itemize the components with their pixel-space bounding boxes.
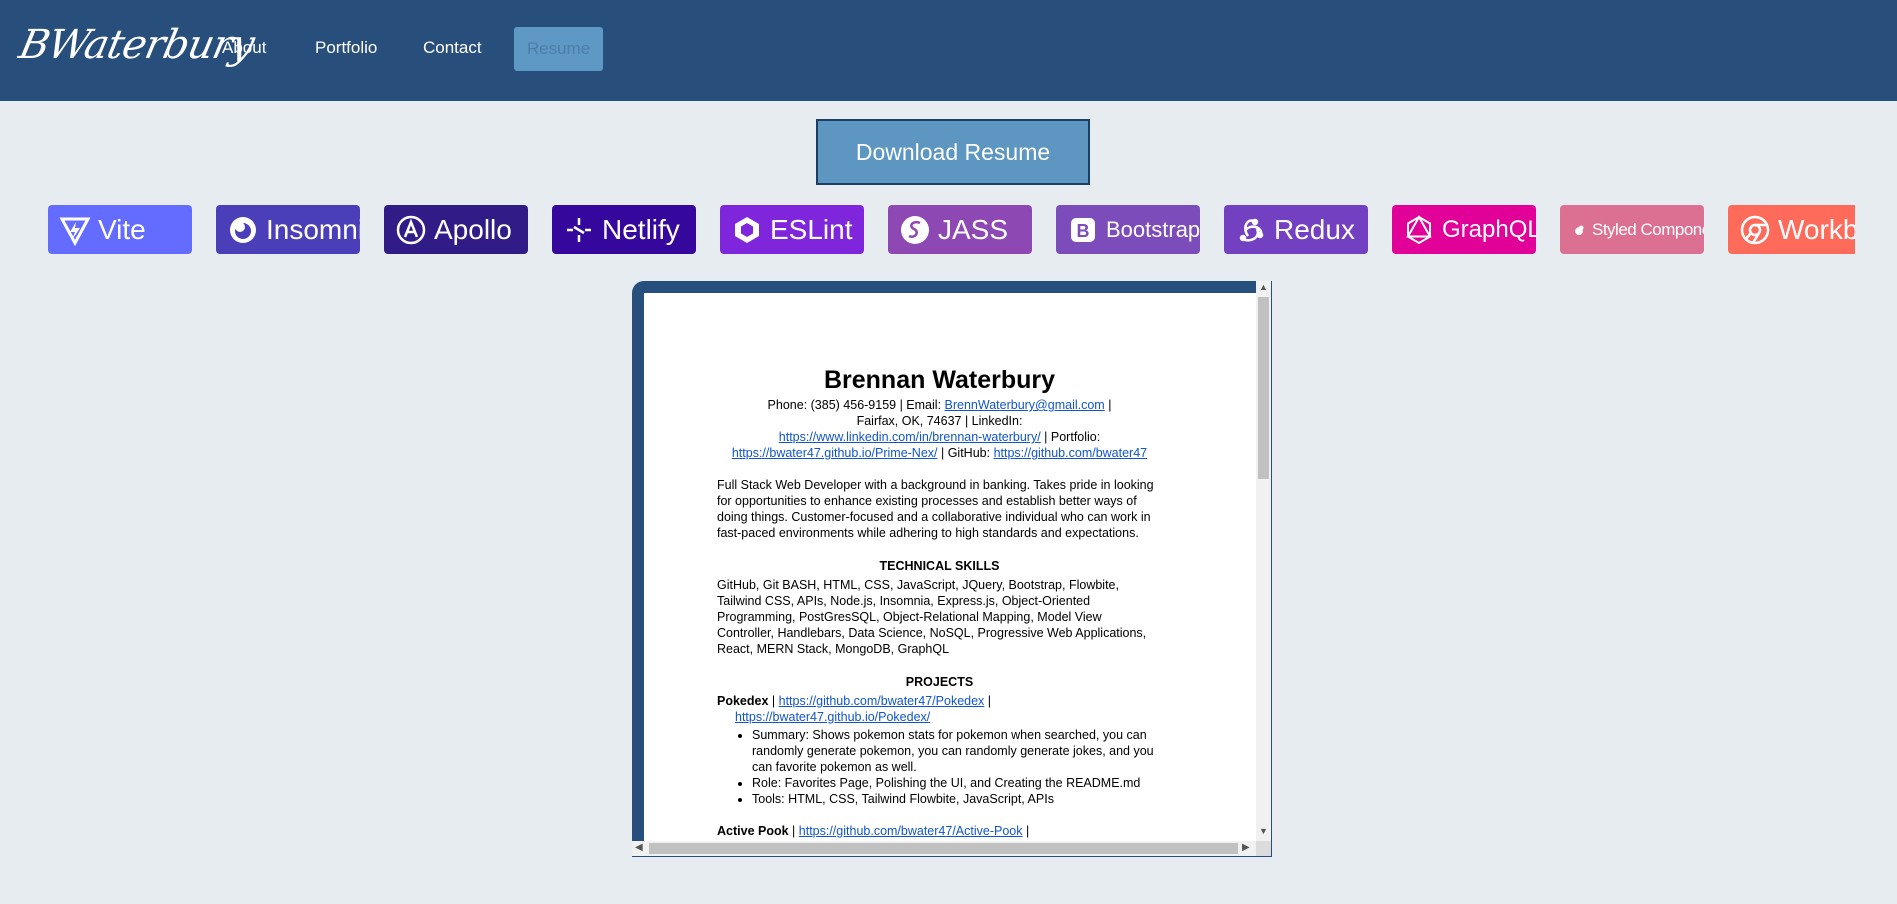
scroll-left-icon[interactable]: ◀ bbox=[635, 842, 643, 853]
badge-graphql: GraphQL bbox=[1392, 205, 1536, 254]
bootstrap-icon: B bbox=[1066, 213, 1100, 247]
download-resume-button[interactable]: Download Resume bbox=[816, 119, 1090, 185]
resume-document[interactable]: Brennan Waterbury Phone: (385) 456-9159 … bbox=[644, 293, 1256, 841]
vertical-scrollbar[interactable]: ▲ ▼ bbox=[1256, 281, 1271, 841]
badge-styled-components: Styled Components bbox=[1560, 205, 1704, 254]
badge-label: Workbox bbox=[1778, 213, 1855, 245]
badge-bootstrap: B Bootstrap bbox=[1056, 205, 1200, 254]
badge-netlify: Netlify bbox=[552, 205, 696, 254]
badge-jass: JASS bbox=[888, 205, 1032, 254]
badge-label: GraphQL bbox=[1442, 215, 1536, 243]
projects-heading: PROJECTS bbox=[905, 675, 974, 689]
linkedin-link[interactable]: https://www.linkedin.com/in/brennan-wate… bbox=[779, 430, 1041, 444]
tech-badges-row: Vite Insomnia Apollo Netlify ESLint JASS… bbox=[48, 205, 1855, 254]
netlify-icon bbox=[562, 213, 596, 247]
eslint-icon bbox=[730, 213, 764, 247]
badge-label: Apollo bbox=[434, 213, 512, 245]
redux-icon bbox=[1234, 213, 1268, 247]
badge-redux: Redux bbox=[1224, 205, 1368, 254]
jass-icon bbox=[898, 213, 932, 247]
badge-label: Styled Components bbox=[1592, 219, 1704, 239]
badge-label: Insomnia bbox=[266, 213, 360, 245]
contact-info: Phone: (385) 456-9159 | Email: BrennWate… bbox=[731, 398, 1148, 460]
horizontal-scrollbar[interactable]: ◀ ▶ bbox=[632, 841, 1256, 856]
nav-resume-active[interactable]: Resume bbox=[514, 27, 603, 71]
resume-name: Brennan Waterbury bbox=[823, 366, 1056, 394]
pokedex-site-link[interactable]: https://bwater47.github.io/Pokedex/ bbox=[735, 710, 930, 724]
project-pokedex: Pokedex | https://github.com/bwater47/Po… bbox=[717, 694, 992, 708]
insomnia-icon bbox=[226, 213, 260, 247]
pokedex-bullets: Summary: Shows pokemon stats for pokemon… bbox=[717, 727, 1162, 807]
skills-heading: TECHNICAL SKILLS bbox=[879, 559, 1000, 573]
apollo-icon bbox=[394, 213, 428, 247]
pokedex-repo-link[interactable]: https://github.com/bwater47/Pokedex bbox=[779, 694, 985, 708]
badge-apollo: Apollo bbox=[384, 205, 528, 254]
nav-portfolio[interactable]: Portfolio bbox=[315, 38, 377, 58]
badge-label: JASS bbox=[938, 213, 1009, 245]
list-item: Tools: HTML, CSS, Tailwind Flowbite, Jav… bbox=[752, 791, 1162, 807]
scrollbar-corner bbox=[1256, 841, 1271, 856]
badge-label: Redux bbox=[1274, 213, 1355, 245]
horizontal-scroll-thumb[interactable] bbox=[649, 843, 1238, 854]
site-logo[interactable]: BWaterbury bbox=[13, 10, 258, 80]
svg-text:B: B bbox=[1077, 221, 1090, 241]
scroll-up-icon[interactable]: ▲ bbox=[1259, 282, 1268, 292]
skills-text: GitHub, Git BASH, HTML, CSS, JavaScript,… bbox=[717, 578, 1147, 656]
nav-contact[interactable]: Contact bbox=[423, 38, 482, 58]
badge-insomnia: Insomnia bbox=[216, 205, 360, 254]
project-active-pook: Active Pook | https://github.com/bwater4… bbox=[717, 824, 1030, 838]
workbox-icon bbox=[1738, 213, 1772, 247]
summary-text: Full Stack Web Developer with a backgrou… bbox=[717, 478, 1154, 540]
vite-icon bbox=[58, 213, 92, 247]
vertical-scroll-thumb[interactable] bbox=[1258, 297, 1269, 479]
nav-about[interactable]: About bbox=[222, 38, 266, 58]
badge-vite: Vite bbox=[48, 205, 192, 254]
scroll-down-icon[interactable]: ▼ bbox=[1259, 826, 1268, 836]
styled-components-icon bbox=[1570, 213, 1588, 247]
email-link[interactable]: BrennWaterbury@gmail.com bbox=[945, 398, 1105, 412]
badge-workbox: Workbox bbox=[1728, 205, 1855, 254]
active-pook-repo-link[interactable]: https://github.com/bwater47/Active-Pook bbox=[799, 824, 1023, 838]
portfolio-link[interactable]: https://bwater47.github.io/Prime-Nex/ bbox=[732, 446, 938, 460]
badge-label: Vite bbox=[98, 213, 146, 245]
list-item: Summary: Shows pokemon stats for pokemon… bbox=[752, 727, 1162, 775]
github-link[interactable]: https://github.com/bwater47 bbox=[994, 446, 1148, 460]
site-header: BWaterbury About Portfolio Contact Resum… bbox=[0, 0, 1897, 101]
badge-label: Bootstrap bbox=[1106, 216, 1200, 242]
badge-eslint: ESLint bbox=[720, 205, 864, 254]
badge-label: Netlify bbox=[602, 213, 680, 245]
scroll-right-icon[interactable]: ▶ bbox=[1242, 842, 1250, 853]
graphql-icon bbox=[1402, 213, 1436, 247]
badge-label: ESLint bbox=[770, 213, 853, 245]
list-item: Role: Favorites Page, Polishing the UI, … bbox=[752, 775, 1162, 791]
